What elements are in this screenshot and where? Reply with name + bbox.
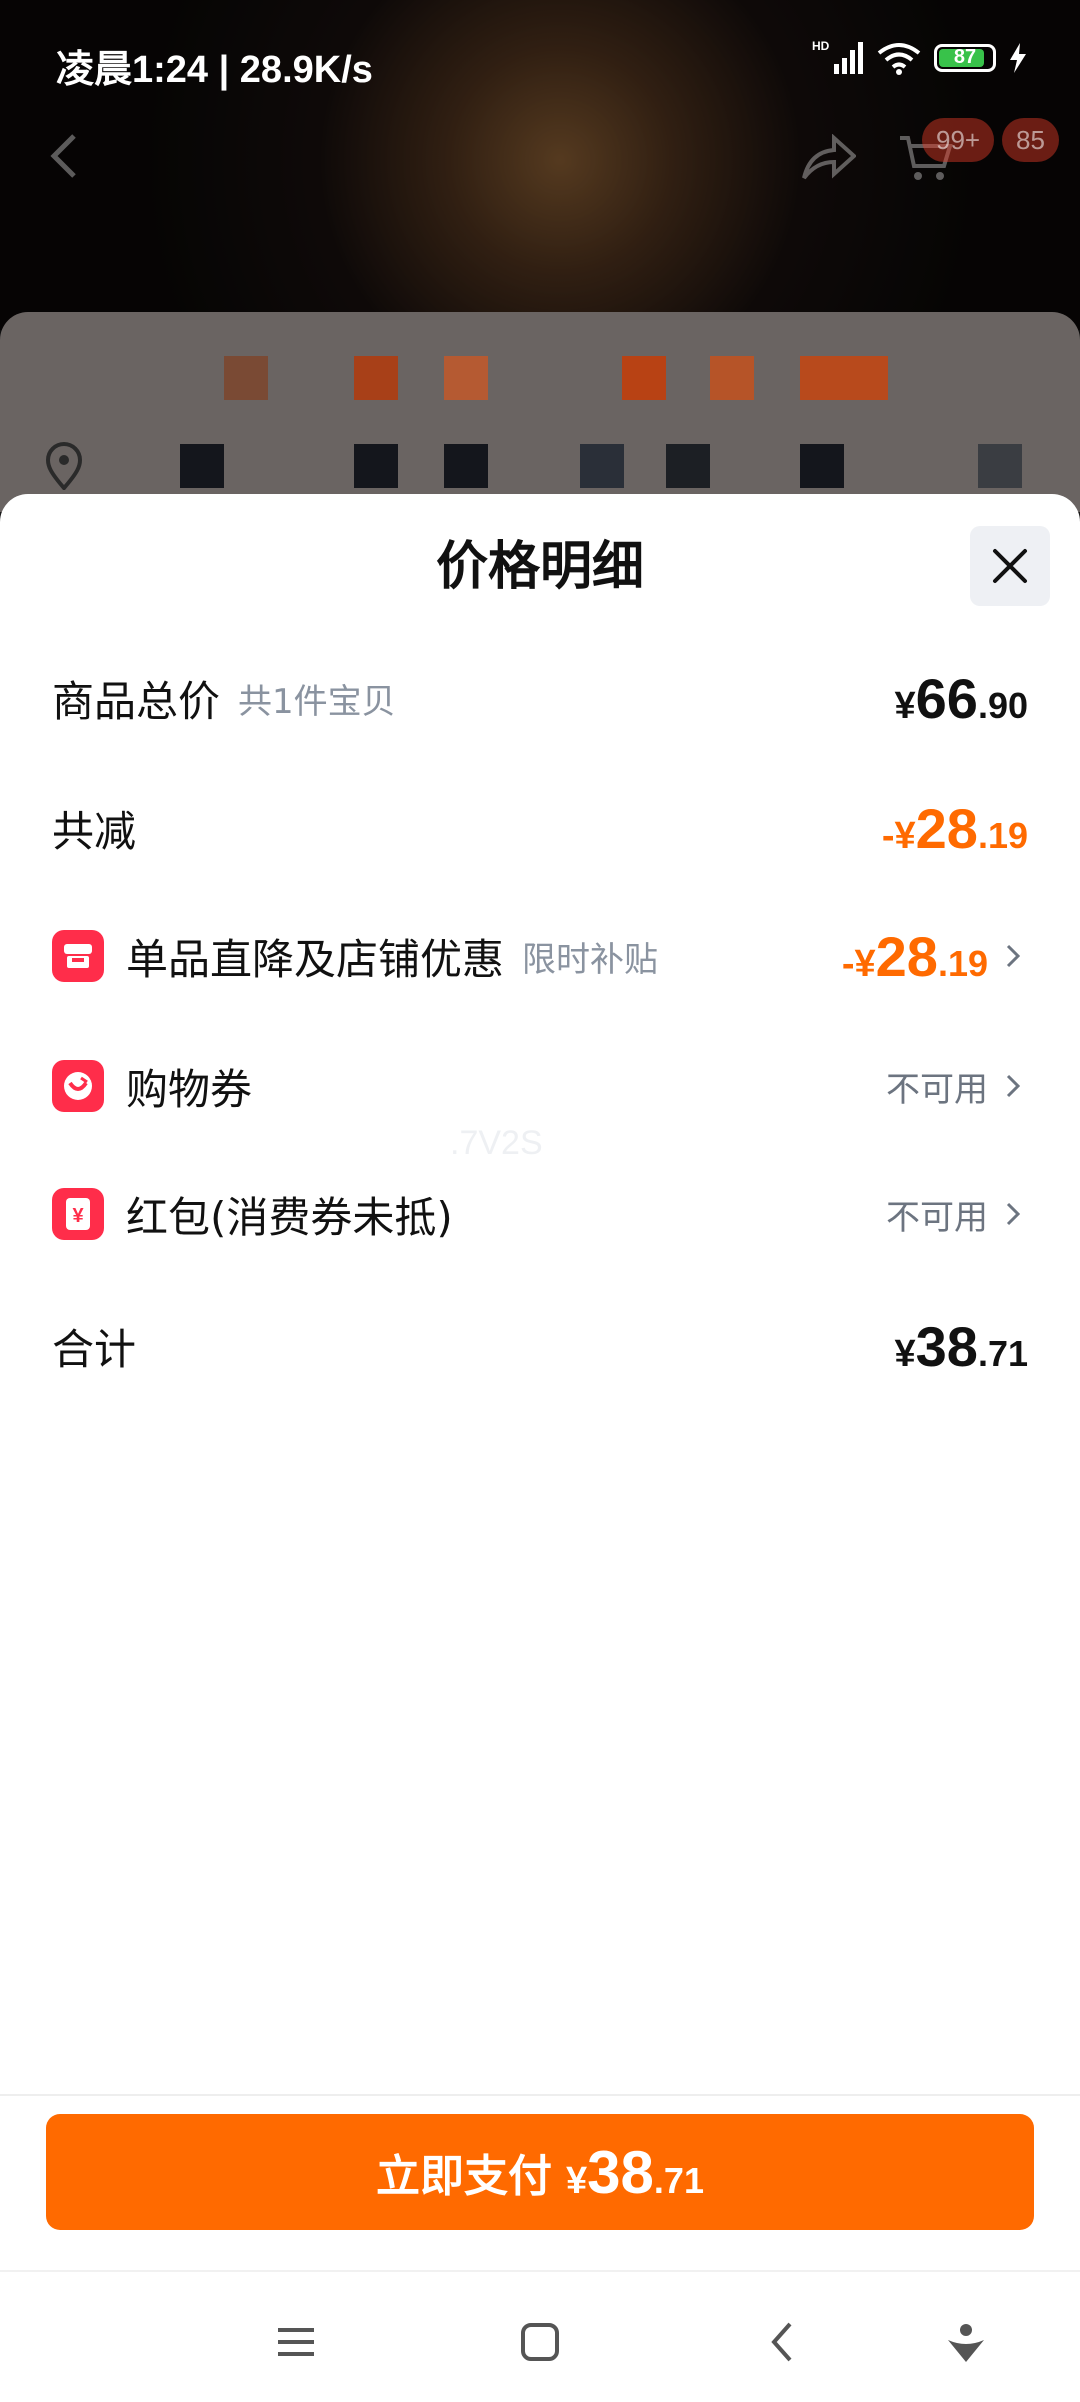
pay-button-label: 立即支付 [376, 2151, 553, 2202]
product-card-background [0, 312, 1080, 512]
price-row-total-discount: 共减 -¥28.19 [52, 788, 1028, 868]
chevron-right-icon [1006, 1074, 1021, 1098]
status-time: 凌晨1:24 | 28.9K/s [56, 49, 373, 91]
back-icon [50, 134, 76, 178]
product-top-nav [0, 110, 1080, 200]
price-row-total: 合计 ¥38.71 [52, 1306, 1028, 1386]
watermark: .7V2S [450, 1124, 543, 1162]
cart-badge: 99+ [922, 118, 995, 162]
subtotal-amount: ¥66.90 [894, 666, 1028, 730]
close-icon [993, 549, 1027, 583]
share-icon [802, 134, 856, 180]
row-label: 购物券 [126, 1064, 253, 1114]
price-row-subtotal: 商品总价 共1件宝贝 ¥66.90 [52, 658, 1028, 738]
row-label: 单品直降及店铺优惠 [126, 934, 505, 984]
row-sub: 限时补贴 [522, 939, 659, 980]
close-button[interactable] [970, 526, 1050, 606]
coupon-icon [52, 1060, 104, 1112]
row-label: 商品总价 [52, 676, 221, 726]
status-icons: HD 87 [812, 40, 1028, 76]
checkout-bar: 立即支付 ¥38.71 [0, 2094, 1080, 2272]
chevron-right-icon [1006, 944, 1021, 968]
price-row-store-discount[interactable]: 单品直降及店铺优惠 限时补贴 -¥28.19 [52, 916, 1028, 996]
row-label: 共减 [52, 806, 137, 856]
signal-icon: HD [812, 40, 863, 74]
count-badge: 85 [1002, 118, 1059, 162]
row-sub: 共1件宝贝 [238, 681, 396, 722]
red-packet-icon: ¥ [52, 1188, 104, 1240]
status-bar: 凌晨1:24 | 28.9K/s HD 87 [0, 0, 1080, 96]
store-discount-amount: -¥28.19 [841, 924, 988, 988]
back-nav-icon[interactable] [754, 2312, 814, 2372]
red-packet-status: 不可用 [886, 1197, 988, 1238]
battery-indicator: 87 [934, 44, 996, 72]
total-amount: ¥38.71 [894, 1314, 1028, 1378]
menu-icon[interactable] [266, 2312, 326, 2372]
pay-now-button[interactable]: 立即支付 ¥38.71 [46, 2114, 1034, 2230]
svg-text:¥: ¥ [72, 1205, 84, 1227]
charging-icon [1010, 43, 1026, 73]
sheet-title: 价格明细 [435, 537, 644, 597]
assistant-icon[interactable] [936, 2312, 996, 2372]
pay-button-amount: ¥38.71 [566, 2138, 704, 2206]
row-label: 红包(消费券未抵) [126, 1192, 453, 1242]
wifi-icon [877, 43, 921, 75]
svg-text:HD: HD [812, 40, 830, 53]
discount-amount: -¥28.19 [881, 796, 1028, 860]
price-row-coupon[interactable]: 购物券 不可用 [52, 1046, 1028, 1126]
home-icon[interactable] [510, 2312, 570, 2372]
row-label: 合计 [52, 1324, 137, 1374]
price-row-red-packet[interactable]: ¥ 红包(消费券未抵) 不可用 [52, 1174, 1028, 1254]
coupon-status: 不可用 [886, 1069, 988, 1110]
chevron-right-icon [1006, 1202, 1021, 1226]
store-icon [52, 930, 104, 982]
system-nav-bar [0, 2270, 1080, 2402]
location-icon [45, 442, 83, 490]
